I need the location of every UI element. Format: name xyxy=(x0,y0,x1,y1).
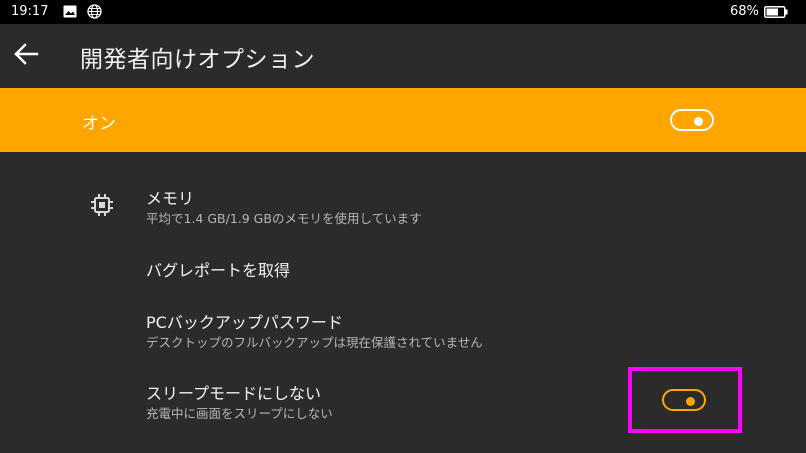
list-item-backup-password[interactable]: PCバックアップパスワード デスクトップのフルバックアップは現在保護されていませ… xyxy=(0,298,806,360)
stay-awake-title: スリープモードにしない xyxy=(146,384,322,403)
master-switch-row[interactable]: オン xyxy=(0,88,806,152)
image-icon xyxy=(63,5,77,18)
backup-password-subtitle: デスクトップのフルバックアップは現在保護されていません xyxy=(146,335,483,350)
globe-icon xyxy=(87,4,102,19)
stay-awake-toggle[interactable] xyxy=(662,389,706,411)
status-bar: 19:17 68% xyxy=(0,0,806,24)
back-button[interactable] xyxy=(6,36,46,76)
master-switch-label: オン xyxy=(82,114,116,134)
battery-icon xyxy=(764,6,788,18)
list-item-memory[interactable]: メモリ 平均で1.4 GB/1.9 GBのメモリを使用しています xyxy=(0,176,806,238)
battery-percent: 68% xyxy=(730,4,759,19)
toggle-knob xyxy=(686,397,695,406)
arrow-left-icon xyxy=(13,43,39,69)
status-time: 19:17 xyxy=(11,4,49,19)
bug-report-title: バグレポートを取得 xyxy=(146,261,291,280)
memory-chip-icon xyxy=(89,192,115,218)
memory-subtitle: 平均で1.4 GB/1.9 GBのメモリを使用しています xyxy=(146,211,422,226)
master-switch-toggle[interactable] xyxy=(670,109,714,131)
stay-awake-subtitle: 充電中に画面をスリープにしない xyxy=(146,406,333,421)
memory-title: メモリ xyxy=(146,189,195,208)
toggle-knob xyxy=(694,117,703,126)
backup-password-title: PCバックアップパスワード xyxy=(146,313,343,332)
list-item-bug-report[interactable]: バグレポートを取得 xyxy=(0,244,806,290)
app-bar: 開発者向けオプション xyxy=(0,24,806,88)
page-title: 開発者向けオプション xyxy=(80,47,315,73)
